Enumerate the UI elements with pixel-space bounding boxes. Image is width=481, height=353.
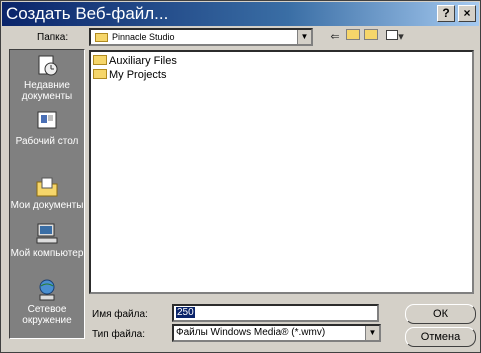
folder-icon: [95, 33, 108, 42]
lookin-label: Папка:: [37, 32, 69, 43]
list-item[interactable]: My Projects: [93, 69, 166, 82]
my-documents-icon: [36, 177, 58, 197]
cancel-button[interactable]: Отмена: [405, 327, 476, 347]
network-places-icon: [39, 279, 55, 301]
list-item[interactable]: Auxiliary Files: [93, 55, 177, 68]
folder-icon: [93, 69, 107, 79]
filename-label: Имя файла:: [92, 309, 148, 320]
place-my-computer[interactable]: Мой компьютер: [10, 222, 84, 259]
back-arrow-icon[interactable]: ⇐: [327, 29, 343, 45]
lookin-dropdown[interactable]: Pinnacle Studio ▼: [89, 28, 313, 46]
chevron-down-icon[interactable]: ▼: [297, 30, 311, 44]
lookin-value: Pinnacle Studio: [112, 32, 175, 42]
recent-documents-icon: [38, 55, 58, 76]
filetype-label: Тип файла:: [92, 329, 145, 340]
file-list[interactable]: Auxiliary Files My Projects: [89, 50, 474, 294]
filetype-dropdown[interactable]: Файлы Windows Media® (*.wmv) ▼: [172, 324, 381, 342]
window-title: Создать Веб-файл...: [6, 4, 169, 23]
place-desktop[interactable]: Рабочий стол: [10, 110, 84, 147]
up-folder-icon[interactable]: [345, 29, 361, 45]
folder-icon: [93, 55, 107, 65]
chevron-down-icon[interactable]: ▼: [365, 326, 379, 340]
place-network-places[interactable]: Сетевое окружение: [10, 278, 84, 326]
new-folder-icon[interactable]: [363, 29, 379, 45]
save-dialog: Создать Веб-файл... ? × Папка: Pinnacle …: [0, 0, 481, 353]
places-bar: Недавние документы Рабочий стол Мои доку…: [9, 49, 85, 339]
my-computer-icon: [36, 223, 58, 244]
filename-input[interactable]: 250: [172, 304, 379, 322]
close-button[interactable]: ×: [458, 5, 476, 22]
help-button[interactable]: ?: [437, 5, 455, 22]
desktop-icon: [37, 111, 57, 129]
title-bar[interactable]: Создать Веб-файл... ? ×: [2, 2, 479, 26]
place-my-documents[interactable]: Мои документы: [10, 174, 84, 211]
views-menu-icon[interactable]: ▾: [384, 29, 406, 45]
ok-button[interactable]: ОК: [405, 304, 476, 324]
place-recent-documents[interactable]: Недавние документы: [10, 54, 84, 102]
